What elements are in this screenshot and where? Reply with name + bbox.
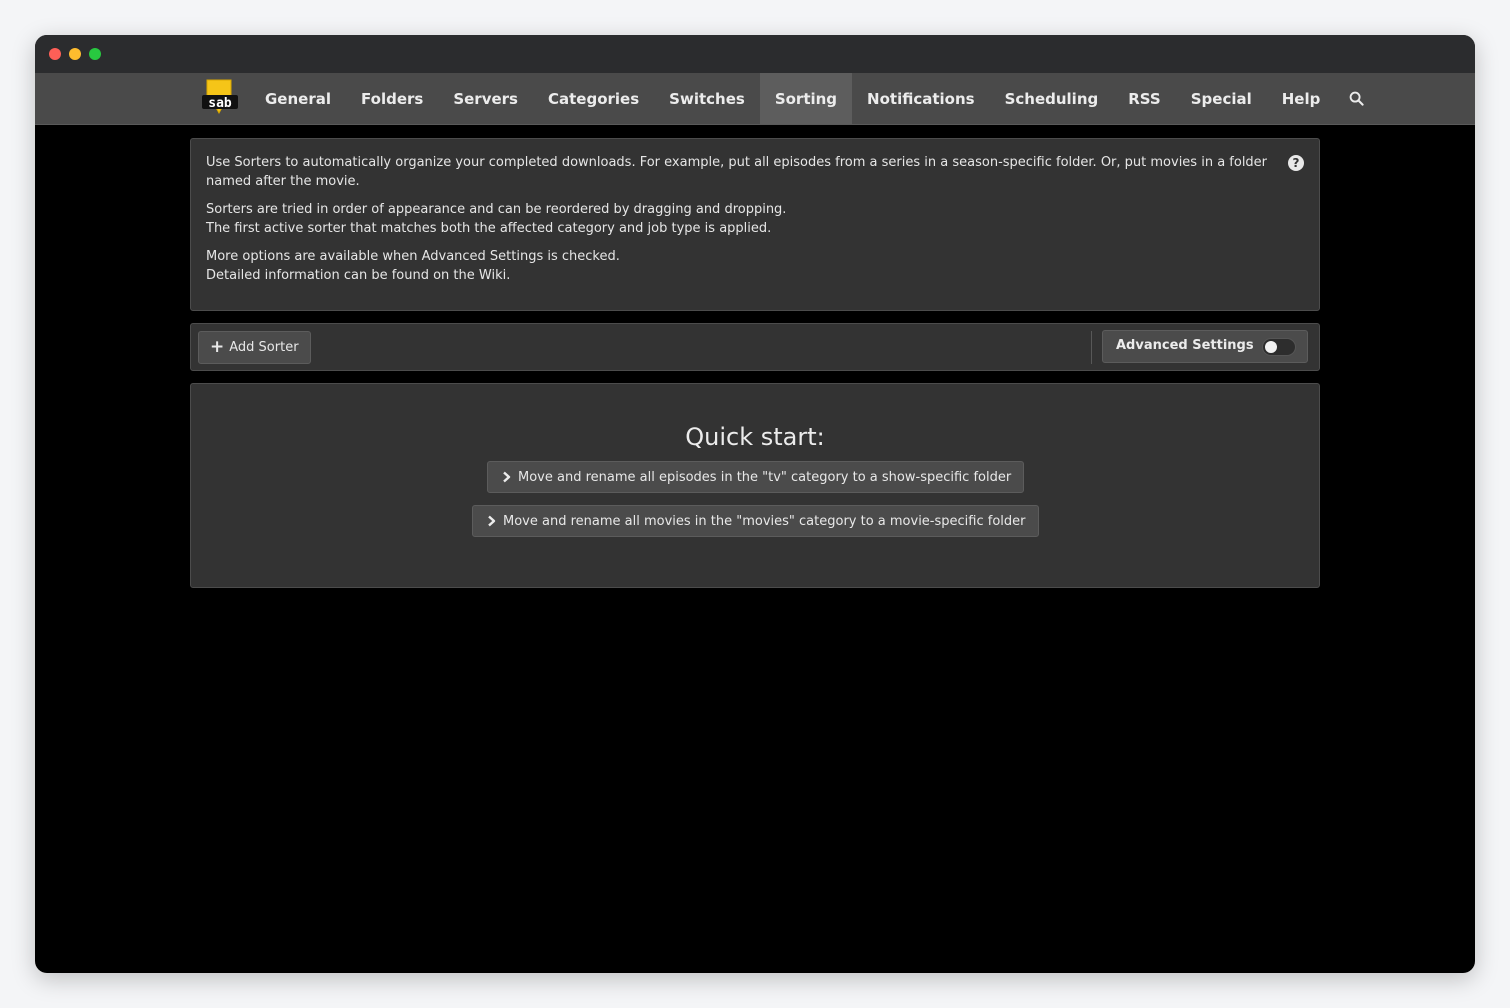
quick-start-movies-button[interactable]: Move and rename all movies in the "movie… — [472, 505, 1039, 537]
advanced-settings-control[interactable]: Advanced Settings — [1102, 330, 1308, 363]
nav-tab-sorting[interactable]: Sorting — [759, 73, 853, 124]
top-navbar: sab General Folders Servers Categories S… — [35, 73, 1475, 125]
app-window: sab General Folders Servers Categories S… — [35, 35, 1475, 973]
chevron-right-icon — [503, 471, 511, 483]
close-window-button[interactable] — [49, 48, 61, 60]
quick-start-title: Quick start: — [685, 423, 825, 451]
toggle-knob — [1265, 341, 1277, 353]
nav-tab-help[interactable]: Help — [1267, 73, 1336, 124]
quick-start-panel: Quick start: Move and rename all episode… — [190, 383, 1320, 588]
add-sorter-label: Add Sorter — [229, 340, 299, 355]
sab-logo[interactable]: sab — [200, 78, 240, 118]
nav-tab-general[interactable]: General — [250, 73, 346, 124]
nav-tab-notifications[interactable]: Notifications — [852, 73, 990, 124]
advanced-settings-label: Advanced Settings — [1116, 338, 1254, 353]
nav-tab-special[interactable]: Special — [1176, 73, 1267, 124]
search-button[interactable] — [1335, 73, 1378, 124]
nav-tab-scheduling[interactable]: Scheduling — [990, 73, 1114, 124]
sorter-toolbar: + Add Sorter Advanced Settings — [190, 323, 1320, 371]
toolbar-divider — [1091, 331, 1092, 364]
logo-text: sab — [208, 96, 232, 111]
chevron-right-icon — [488, 515, 496, 527]
maximize-window-button[interactable] — [89, 48, 101, 60]
nav-tab-rss[interactable]: RSS — [1113, 73, 1175, 124]
help-question-icon[interactable]: ? — [1288, 155, 1304, 171]
info-paragraph-1: Use Sorters to automatically organize yo… — [206, 155, 1268, 189]
info-paragraph-2-line-2: The first active sorter that matches bot… — [206, 221, 772, 236]
nav-tab-folders[interactable]: Folders — [346, 73, 438, 124]
info-paragraph-3-line-2: Detailed information can be found on the… — [206, 268, 511, 283]
nav-menu: General Folders Servers Categories Switc… — [250, 73, 1378, 124]
minimize-window-button[interactable] — [69, 48, 81, 60]
search-icon — [1350, 91, 1364, 106]
advanced-settings-toggle[interactable] — [1262, 338, 1296, 356]
sorting-info-panel: Use Sorters to automatically organize yo… — [190, 138, 1320, 311]
nav-tab-switches[interactable]: Switches — [654, 73, 760, 124]
add-sorter-button[interactable]: + Add Sorter — [198, 331, 311, 364]
nav-tab-categories[interactable]: Categories — [533, 73, 654, 124]
info-paragraph-3-line-1: More options are available when Advanced… — [206, 249, 620, 264]
quick-start-tv-label: Move and rename all episodes in the "tv"… — [518, 469, 1012, 485]
nav-tab-servers[interactable]: Servers — [438, 73, 533, 124]
quick-start-movies-label: Move and rename all movies in the "movie… — [503, 513, 1026, 529]
window-titlebar — [35, 35, 1475, 73]
info-paragraph-2-line-1: Sorters are tried in order of appearance… — [206, 202, 787, 217]
plus-icon: + — [210, 337, 225, 357]
quick-start-tv-button[interactable]: Move and rename all episodes in the "tv"… — [487, 461, 1025, 493]
